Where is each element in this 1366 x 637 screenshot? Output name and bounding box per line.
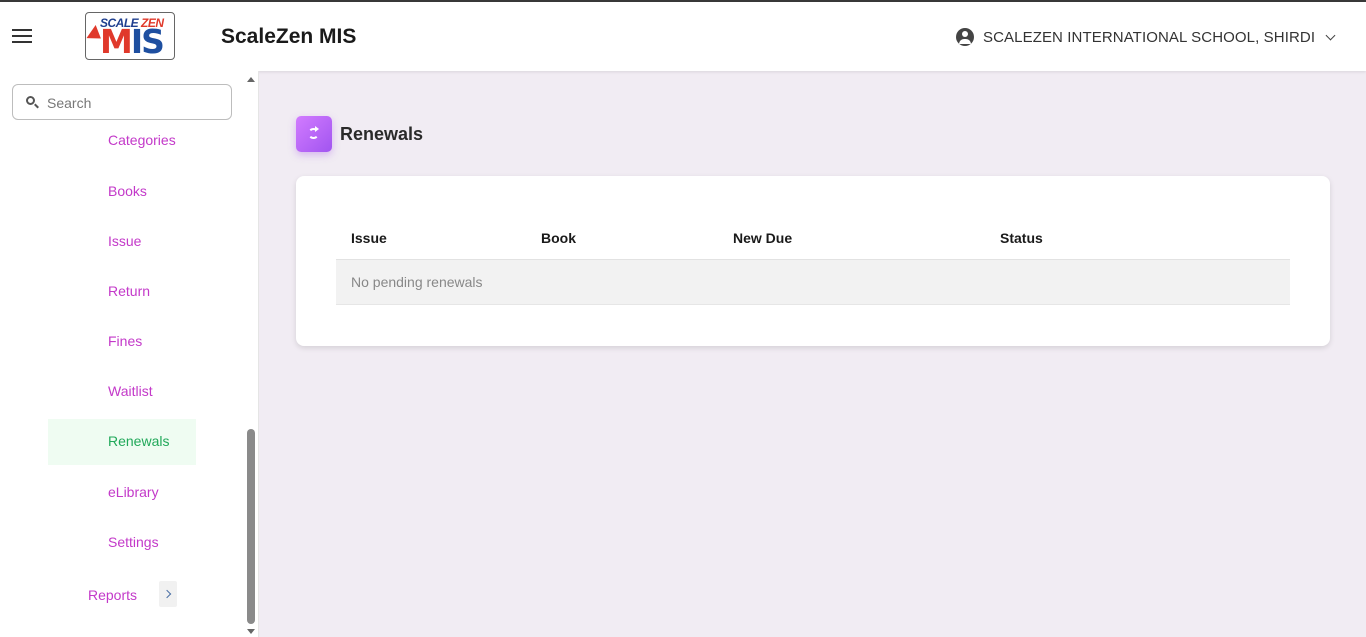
- sidebar-item-label: Return: [108, 283, 151, 299]
- renewals-card: Issue Book New Due Status No pending ren…: [296, 176, 1330, 346]
- chevron-right-icon[interactable]: [159, 581, 177, 607]
- column-header-book[interactable]: Book: [541, 230, 576, 246]
- sidebar-item-settings[interactable]: Settings: [48, 520, 196, 566]
- logo-main-text: MIS: [100, 22, 165, 60]
- account-circle-icon: [956, 28, 974, 46]
- sidebar-item-reports[interactable]: Reports: [88, 580, 188, 610]
- page-header: Renewals: [296, 116, 423, 152]
- school-name: SCALEZEN INTERNATIONAL SCHOOL, SHIRDI: [983, 28, 1316, 46]
- sidebar-item-return[interactable]: Return: [48, 269, 196, 315]
- sidebar-item-label: Issue: [108, 233, 142, 249]
- sidebar-item-label: Waitlist: [108, 383, 153, 399]
- table-header: Issue Book New Due Status: [336, 221, 1290, 260]
- sidebar-scrollbar[interactable]: [246, 71, 257, 637]
- table-row: No pending renewals: [336, 260, 1290, 305]
- search-icon: [26, 96, 35, 105]
- sidebar-item-label: Books: [108, 183, 147, 199]
- sidebar-item-label: Renewals: [108, 433, 170, 449]
- hamburger-icon[interactable]: [12, 29, 32, 43]
- sidebar: Categories Books Issue Return Fines Wait…: [0, 71, 259, 637]
- column-header-issue[interactable]: Issue: [351, 230, 387, 246]
- sidebar-item-label: Categories: [108, 132, 176, 148]
- page-title: Renewals: [340, 123, 424, 144]
- sidebar-item-label: eLibrary: [108, 484, 159, 500]
- sidebar-item-label: Reports: [88, 587, 138, 603]
- sidebar-item-label: Settings: [108, 534, 159, 550]
- sidebar-item-categories[interactable]: Categories: [48, 118, 196, 164]
- empty-message: No pending renewals: [351, 274, 483, 290]
- sidebar-item-fines[interactable]: Fines: [48, 319, 196, 365]
- sidebar-item-label: Fines: [108, 333, 143, 349]
- sidebar-item-elibrary[interactable]: eLibrary: [48, 470, 196, 516]
- app-title: ScaleZen MIS: [221, 25, 357, 48]
- search-input[interactable]: [47, 93, 227, 113]
- chevron-down-icon: [1325, 30, 1336, 40]
- scroll-down-arrow-icon[interactable]: [247, 629, 255, 634]
- sidebar-item-issue[interactable]: Issue: [48, 219, 196, 265]
- sidebar-item-books[interactable]: Books: [48, 169, 196, 215]
- search-box: [12, 84, 232, 120]
- school-selector[interactable]: SCALEZEN INTERNATIONAL SCHOOL, SHIRDI: [956, 26, 1336, 48]
- renew-icon: [296, 116, 332, 152]
- sidebar-item-renewals[interactable]: Renewals: [48, 419, 196, 465]
- scalezen-logo[interactable]: SCALE ZEN MIS: [85, 12, 175, 60]
- renewals-table: Issue Book New Due Status No pending ren…: [336, 221, 1290, 305]
- sidebar-item-waitlist[interactable]: Waitlist: [48, 369, 196, 415]
- column-header-status[interactable]: Status: [1000, 230, 1043, 246]
- app-header: SCALE ZEN MIS ScaleZen MIS SCALEZEN INTE…: [0, 2, 1366, 71]
- scroll-up-arrow-icon[interactable]: [247, 77, 255, 82]
- column-header-new-due[interactable]: New Due: [733, 230, 792, 246]
- scrollbar-thumb[interactable]: [247, 429, 255, 624]
